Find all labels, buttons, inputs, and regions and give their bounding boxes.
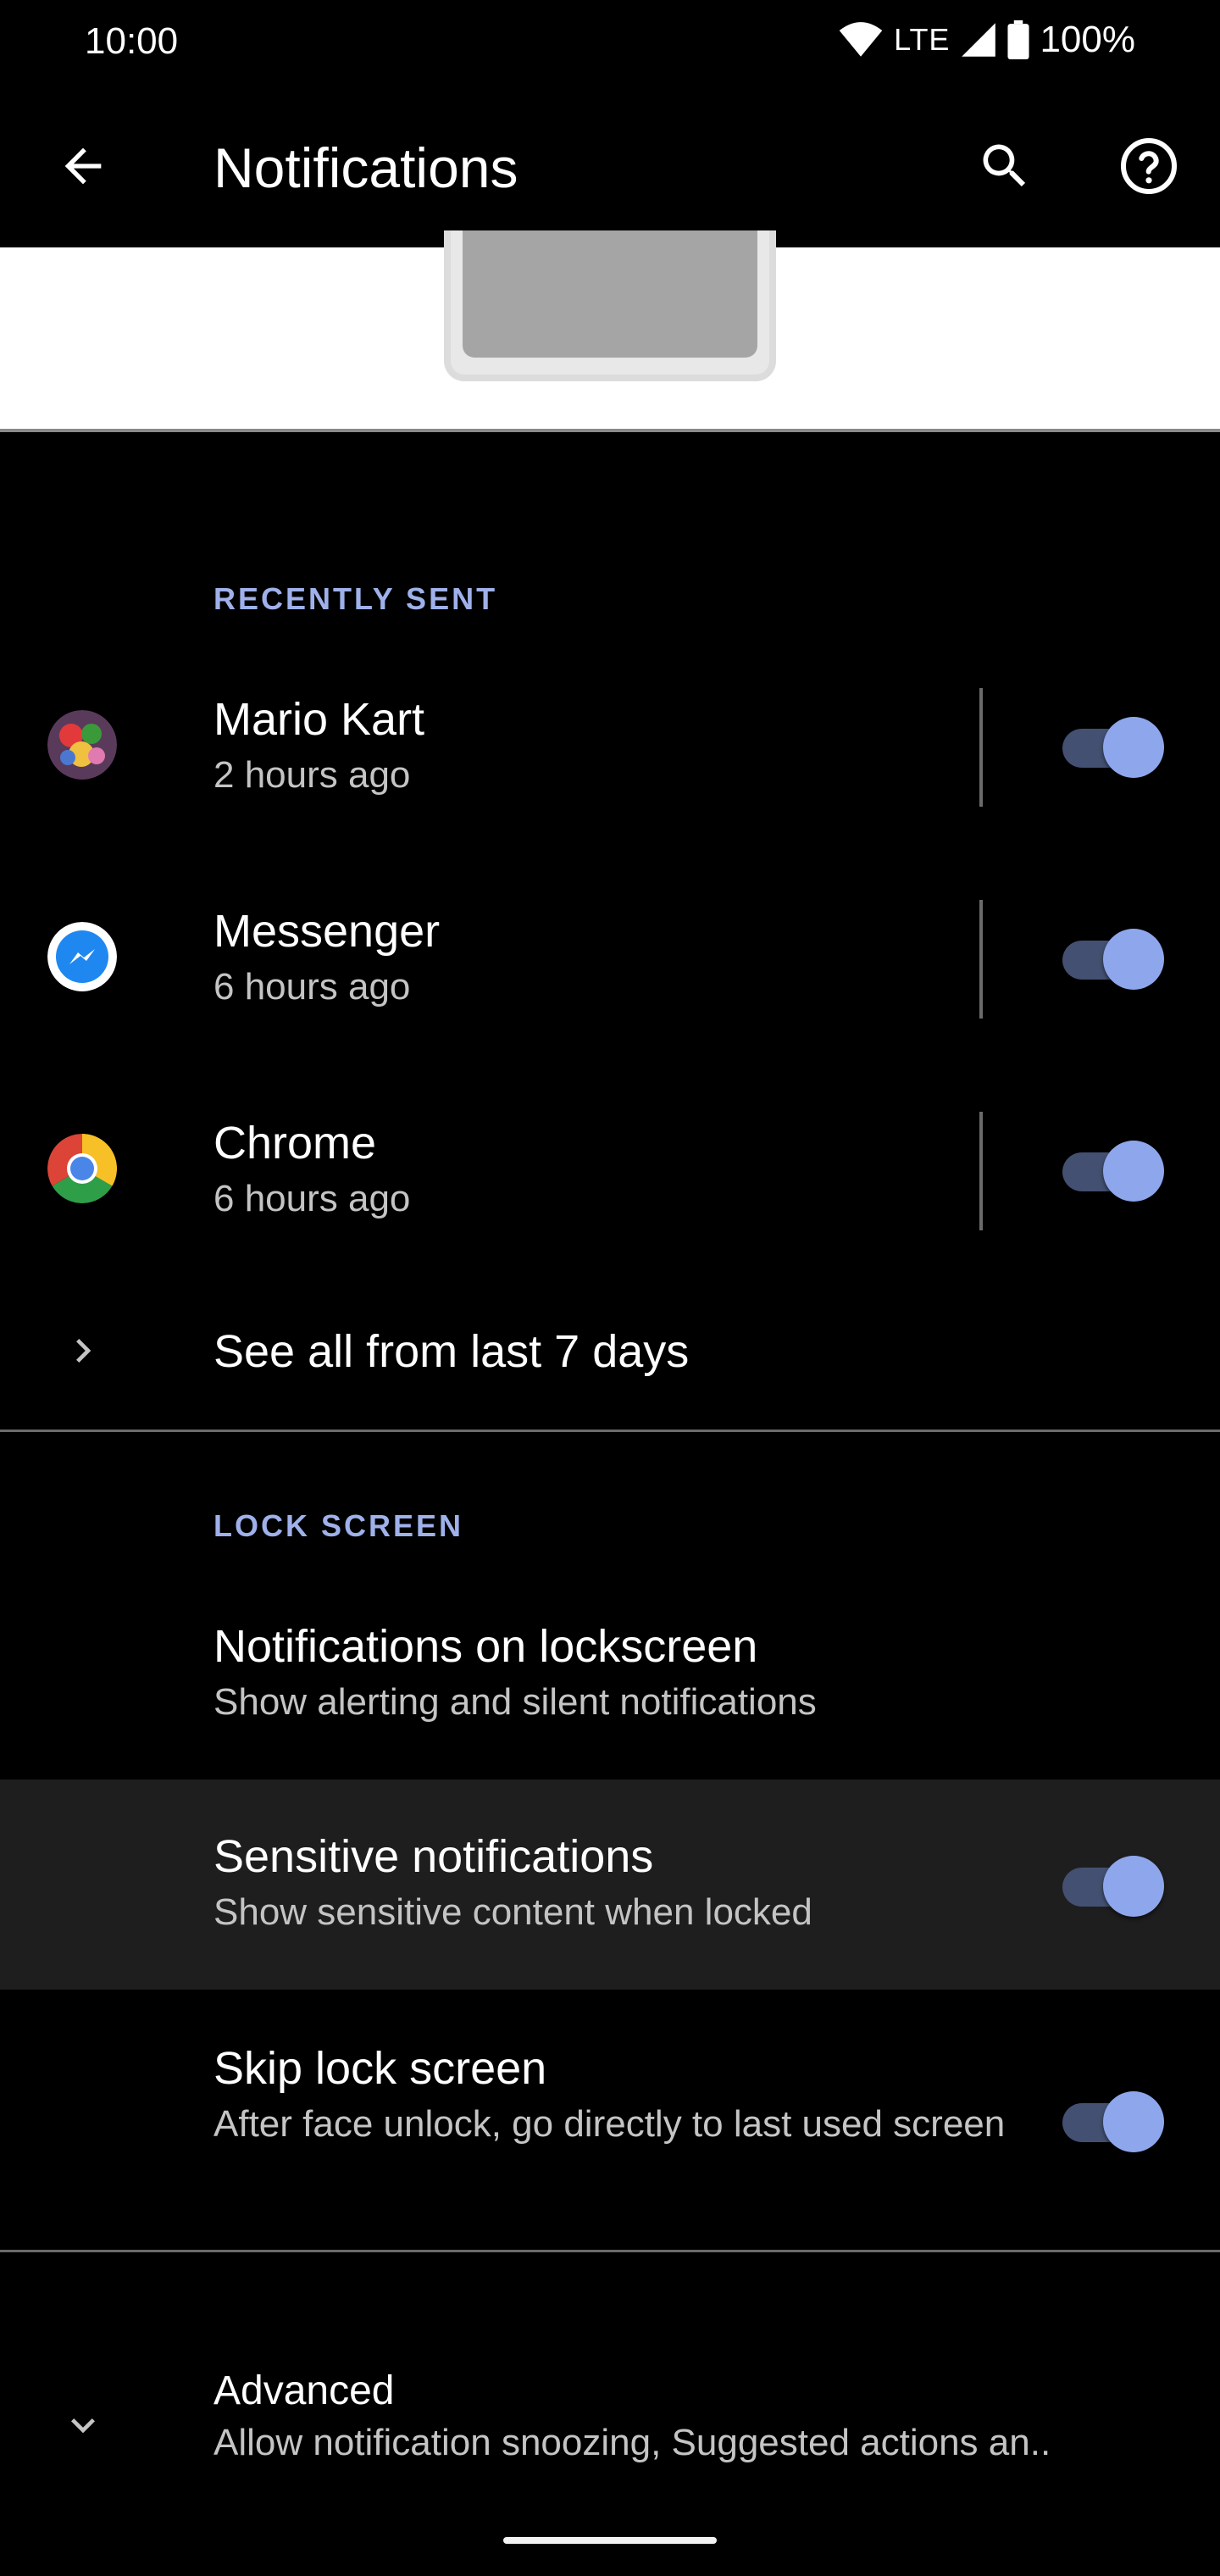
app-row-chrome[interactable]: Chrome 6 hours ago [0, 1102, 1220, 1237]
page-title: Notifications [214, 136, 518, 199]
switch-thumb [1103, 2091, 1164, 2152]
back-arrow-icon[interactable] [47, 130, 119, 202]
app-name: Messenger [214, 906, 441, 957]
status-time: 10:00 [85, 20, 179, 62]
notifications-settings-screen: 10:00 LTE 100% Notifications RECENTLY SE… [0, 0, 1220, 2576]
mario-kart-icon [47, 710, 117, 780]
app-name: Chrome [214, 1118, 377, 1169]
advanced-row[interactable]: Advanced Allow notification snoozing, Su… [0, 2347, 1220, 2500]
app-time: 6 hours ago [214, 966, 411, 1008]
row-divider [979, 688, 983, 807]
setting-title: Sensitive notifications [214, 1831, 654, 1882]
see-all-row[interactable]: See all from last 7 days [0, 1305, 1220, 1398]
app-name: Mario Kart [214, 694, 425, 745]
app-row-messenger[interactable]: Messenger 6 hours ago [0, 890, 1220, 1025]
wifi-icon [838, 21, 884, 58]
switch-thumb [1103, 717, 1164, 778]
app-time: 6 hours ago [214, 1178, 411, 1219]
battery-icon [1007, 20, 1029, 59]
mario-kart-toggle[interactable] [1062, 717, 1164, 778]
messenger-toggle[interactable] [1062, 929, 1164, 990]
skip-lock-screen-toggle[interactable] [1062, 2091, 1164, 2152]
status-icons: LTE 100% [838, 19, 1135, 61]
notifications-on-lockscreen-row[interactable]: Notifications on lockscreen Show alertin… [0, 1610, 1220, 1763]
notifications-illustration [0, 230, 1220, 432]
app-time: 2 hours ago [214, 754, 411, 796]
search-icon[interactable] [969, 130, 1040, 202]
setting-subtitle: After face unlock, go directly to last u… [214, 2103, 1006, 2145]
setting-title: Notifications on lockscreen [214, 1621, 758, 1672]
switch-thumb [1103, 1141, 1164, 1202]
phone-screen-illustration [463, 230, 757, 358]
see-all-label: See all from last 7 days [214, 1326, 690, 1377]
advanced-title: Advanced [214, 2368, 395, 2413]
messenger-icon [47, 922, 117, 991]
setting-subtitle: Show sensitive content when locked [214, 1891, 812, 1933]
app-row-mario-kart[interactable]: Mario Kart 2 hours ago [0, 678, 1220, 813]
advanced-subtitle: Allow notification snoozing, Suggested a… [214, 2422, 1051, 2463]
section-divider [0, 1430, 1220, 1432]
setting-title: Skip lock screen [214, 2043, 547, 2094]
row-divider [979, 1112, 983, 1230]
sensitive-notifications-row[interactable]: Sensitive notifications Show sensitive c… [0, 1779, 1220, 1990]
help-icon[interactable] [1113, 130, 1184, 202]
battery-percent: 100% [1040, 19, 1135, 60]
sensitive-notifications-toggle[interactable] [1062, 1856, 1164, 1917]
skip-lock-screen-row[interactable]: Skip lock screen After face unlock, go d… [0, 1990, 1220, 2244]
setting-subtitle: Show alerting and silent notifications [214, 1681, 817, 1723]
lock-screen-header: LOCK SCREEN [214, 1508, 464, 1543]
chevron-right-icon [47, 1315, 119, 1386]
recently-sent-header: RECENTLY SENT [214, 581, 498, 616]
phone-illustration [444, 230, 776, 381]
section-divider [0, 2250, 1220, 2252]
signal-icon [960, 21, 997, 58]
network-type: LTE [894, 22, 951, 57]
chevron-down-icon [47, 2390, 119, 2461]
switch-thumb [1103, 1856, 1164, 1917]
app-bar: Notifications [0, 85, 1220, 247]
switch-thumb [1103, 929, 1164, 990]
chrome-icon [47, 1134, 117, 1203]
row-divider [979, 900, 983, 1019]
status-bar: 10:00 LTE 100% [0, 0, 1220, 85]
gesture-nav-handle[interactable] [503, 2537, 717, 2544]
chrome-toggle[interactable] [1062, 1141, 1164, 1202]
